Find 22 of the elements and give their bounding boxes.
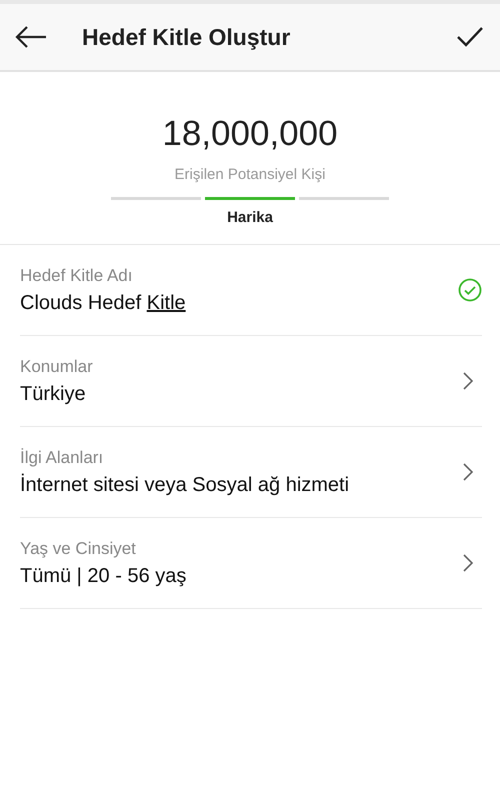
rating-label: Harika [227,209,273,226]
chevron-right-icon [462,462,474,482]
confirm-icon[interactable] [456,26,484,48]
settings-row[interactable]: Hedef Kitle Adı Clouds Hedef Kitle [20,245,482,336]
field-label: Konumlar [20,356,93,376]
back-icon[interactable] [14,25,48,49]
field-value: İnternet sitesi veya Sosyal ağ hizmeti [20,474,350,496]
field-value: Clouds Hedef Kitle [20,292,186,314]
audience-caption: Erişilen Potansiyel Kişi [174,166,326,183]
screen-title: Hedef Kitle Oluştur [82,24,290,50]
audience-count: 18,000,000 [162,114,338,154]
settings-row[interactable]: Konumlar Türkiye [20,336,482,427]
chevron-right-icon [462,371,474,391]
field-label: Hedef Kitle Adı [20,266,134,286]
field-label: Yaş ve Cinsiyet [20,538,137,558]
field-value: Tümü | 20 - 56 yaş [20,564,186,588]
settings-row[interactable]: İlgi Alanları İnternet sitesi veya Sosyal ağ hizmeti [20,427,482,518]
check-circle-icon [458,278,482,302]
chevron-right-icon [462,553,474,573]
field-value: Türkiye [20,382,87,406]
settings-row[interactable]: Yaş ve Cinsiyet Tümü | 20 - 56 yaş [20,518,482,609]
field-label: İlgi Alanları [20,448,104,468]
